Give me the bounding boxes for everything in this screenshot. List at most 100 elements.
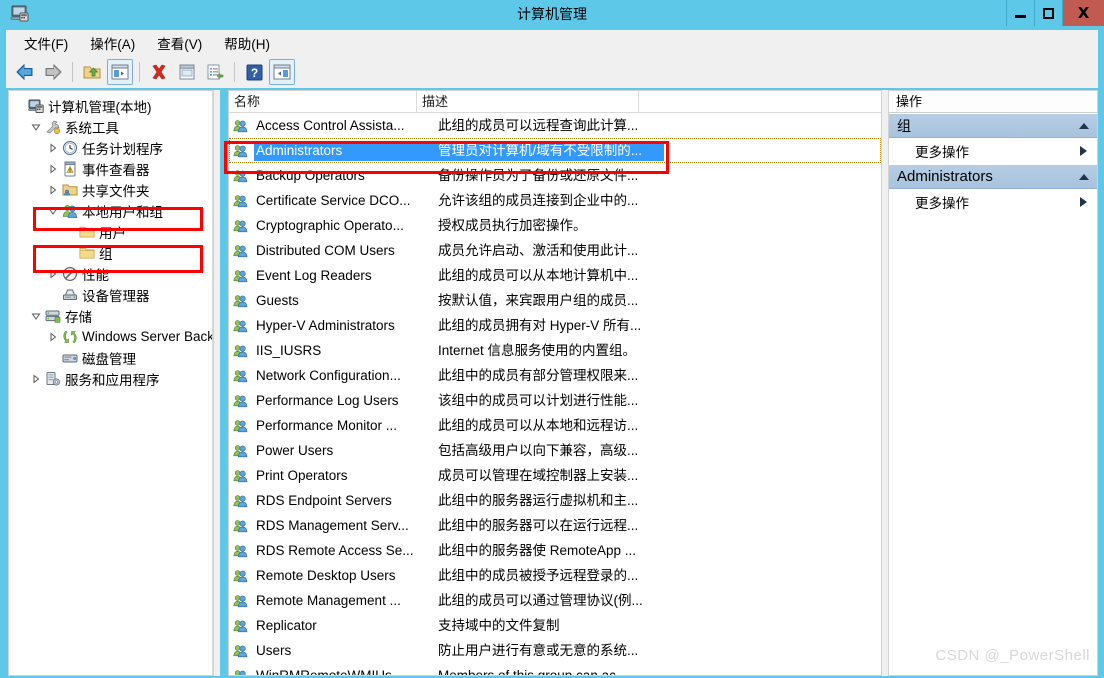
- menu-help[interactable]: 帮助(H): [214, 30, 282, 56]
- tree-node-3[interactable]: 事件查看器: [11, 158, 213, 179]
- properties-button[interactable]: [174, 59, 200, 85]
- forward-arrow-icon: [45, 63, 62, 81]
- tree-node-7[interactable]: 组: [11, 242, 213, 263]
- group-icon: [233, 568, 251, 584]
- tree-node-9[interactable]: 设备管理器: [11, 284, 213, 305]
- window-controls: X: [1006, 0, 1104, 26]
- tree-node-8[interactable]: 性能: [11, 263, 213, 284]
- twisty-collapsed-icon[interactable]: [45, 163, 61, 174]
- twisty-collapsed-icon[interactable]: [45, 268, 61, 279]
- group-description-cell: 包括高级用户以向下兼容，高级...: [438, 442, 639, 458]
- groups-list-pane[interactable]: 名称 描述 Access Control Assista... 此组的成员可以远程…: [228, 90, 882, 676]
- chevron-right-icon-2[interactable]: [1080, 197, 1087, 207]
- twisty-expanded-icon[interactable]: [45, 205, 61, 216]
- tree-node-12[interactable]: 磁盘管理: [11, 347, 213, 368]
- group-name-cell: RDS Management Serv...: [256, 517, 409, 533]
- tree-node-13[interactable]: 服务和应用程序: [11, 368, 213, 389]
- menu-action[interactable]: 操作(A): [80, 30, 147, 56]
- twisty-collapsed-icon[interactable]: [45, 184, 61, 195]
- system-tools-icon: [44, 119, 61, 135]
- tree-node-label: Windows Server Back: [82, 329, 214, 344]
- table-row[interactable]: Certificate Service DCO... 允许该组的成员连接到企业中的…: [229, 188, 881, 213]
- table-row[interactable]: Event Log Readers 此组的成员可以从本地计算机中...: [229, 263, 881, 288]
- column-header-description[interactable]: 描述: [417, 91, 639, 113]
- up-folder-button[interactable]: [79, 59, 105, 85]
- tree-node-4[interactable]: 共享文件夹: [11, 179, 213, 200]
- menu-view[interactable]: 查看(V): [147, 30, 214, 56]
- table-row[interactable]: Network Configuration... 此组中的成员有部分管理权限来..…: [229, 363, 881, 388]
- table-row[interactable]: Hyper-V Administrators 此组的成员拥有对 Hyper-V 所…: [229, 313, 881, 338]
- table-row[interactable]: Access Control Assista... 此组的成员可以远程查询此计算.…: [229, 113, 881, 138]
- actions-pane-title: 操作: [889, 91, 1097, 113]
- table-row[interactable]: WinRMRemoteWMIUs... Members of this group…: [229, 663, 881, 676]
- close-button[interactable]: X: [1062, 0, 1104, 26]
- twisty-collapsed-icon[interactable]: [45, 142, 61, 153]
- table-row[interactable]: Backup Operators 备份操作员为了备份或还原文件...: [229, 163, 881, 188]
- table-row[interactable]: Performance Monitor ... 此组的成员可以从本地和远程访...: [229, 413, 881, 438]
- group-icon: [233, 668, 251, 675]
- twisty-expanded-icon[interactable]: [28, 310, 44, 321]
- chevron-right-icon[interactable]: [1080, 146, 1087, 156]
- folder-icon: [78, 245, 95, 261]
- table-row[interactable]: RDS Remote Access Se... 此组中的服务器使 RemoteAp…: [229, 538, 881, 563]
- table-row[interactable]: Replicator 支持域中的文件复制: [229, 613, 881, 638]
- tree-node-1[interactable]: 系统工具: [11, 116, 213, 137]
- export-list-icon: [207, 64, 224, 80]
- storage-icon: [44, 308, 61, 324]
- action-more-actions-administrators[interactable]: 更多操作: [889, 189, 1097, 215]
- maximize-button[interactable]: [1034, 0, 1062, 26]
- twisty-collapsed-icon[interactable]: [45, 331, 61, 342]
- help-button[interactable]: ?: [241, 59, 267, 85]
- table-row[interactable]: Remote Desktop Users 此组中的成员被授予远程登录的...: [229, 563, 881, 588]
- menu-file[interactable]: 文件(F): [14, 30, 80, 56]
- tree-node-5[interactable]: 本地用户和组: [11, 200, 213, 221]
- twisty-expanded-icon[interactable]: [28, 121, 44, 132]
- table-row[interactable]: Performance Log Users 该组中的成员可以计划进行性能...: [229, 388, 881, 413]
- disk-management-icon: [61, 350, 78, 366]
- minimize-button[interactable]: [1006, 0, 1034, 26]
- table-row[interactable]: Cryptographic Operato... 授权成员执行加密操作。: [229, 213, 881, 238]
- table-row[interactable]: Administrators 管理员对计算机/域有不受限制的...: [229, 138, 881, 163]
- group-name-cell: WinRMRemoteWMIUs...: [256, 667, 404, 676]
- tree-node-0[interactable]: 计算机管理(本地): [11, 95, 213, 116]
- chevron-up-icon-2[interactable]: [1079, 173, 1089, 180]
- tree-node-6[interactable]: 用户: [11, 221, 213, 242]
- twisty-collapsed-icon[interactable]: [28, 373, 44, 384]
- action-more-actions-groups[interactable]: 更多操作: [889, 138, 1097, 164]
- group-name-cell: RDS Remote Access Se...: [256, 542, 414, 558]
- table-row[interactable]: Users 防止用户进行有意或无意的系统...: [229, 638, 881, 663]
- tree-node-10[interactable]: 存储: [11, 305, 213, 326]
- tree-node-2[interactable]: 任务计划程序: [11, 137, 213, 158]
- table-row[interactable]: RDS Management Serv... 此组中的服务器可以在运行远程...: [229, 513, 881, 538]
- console-tree-pane[interactable]: 计算机管理(本地) 系统工具 任务计划程序 事件查看器 共享文件夹 本地用户和组用户组性能…: [8, 90, 214, 676]
- group-name-cell: IIS_IUSRS: [256, 342, 322, 358]
- column-header-blank[interactable]: [639, 91, 881, 113]
- tree-node-label: 用户: [99, 225, 126, 241]
- table-row[interactable]: Distributed COM Users 成员允许启动、激活和使用此计...: [229, 238, 881, 263]
- table-row[interactable]: Remote Management ... 此组的成员可以通过管理协议(例...: [229, 588, 881, 613]
- delete-button[interactable]: [146, 59, 172, 85]
- actions-group-header-administrators[interactable]: Administrators: [889, 164, 1097, 189]
- forward-button[interactable]: [40, 59, 66, 85]
- table-row[interactable]: Power Users 包括高级用户以向下兼容，高级...: [229, 438, 881, 463]
- show-action-pane-button[interactable]: [269, 59, 295, 85]
- splitter-left[interactable]: [214, 90, 220, 676]
- export-list-button[interactable]: [202, 59, 228, 85]
- actions-group-header-groups[interactable]: 组: [889, 113, 1097, 138]
- table-row[interactable]: RDS Endpoint Servers 此组中的服务器运行虚拟机和主...: [229, 488, 881, 513]
- tree-node-label: 存储: [65, 309, 92, 325]
- show-hide-tree-button[interactable]: [107, 59, 133, 85]
- action-more-actions-groups-label: 更多操作: [915, 145, 969, 160]
- chevron-up-icon[interactable]: [1079, 122, 1089, 129]
- table-row[interactable]: Print Operators 成员可以管理在域控制器上安装...: [229, 463, 881, 488]
- show-hide-tree-icon: [111, 64, 129, 80]
- table-row[interactable]: IIS_IUSRS Internet 信息服务使用的内置组。: [229, 338, 881, 363]
- back-button[interactable]: [12, 59, 38, 85]
- group-icon: [233, 468, 251, 484]
- tree-node-11[interactable]: Windows Server Back: [11, 326, 213, 347]
- clock-icon: [61, 140, 78, 156]
- group-icon: [233, 293, 251, 309]
- column-header-name[interactable]: 名称: [229, 91, 417, 113]
- svg-text:?: ?: [250, 66, 257, 80]
- table-row[interactable]: Guests 按默认值，来宾跟用户组的成员...: [229, 288, 881, 313]
